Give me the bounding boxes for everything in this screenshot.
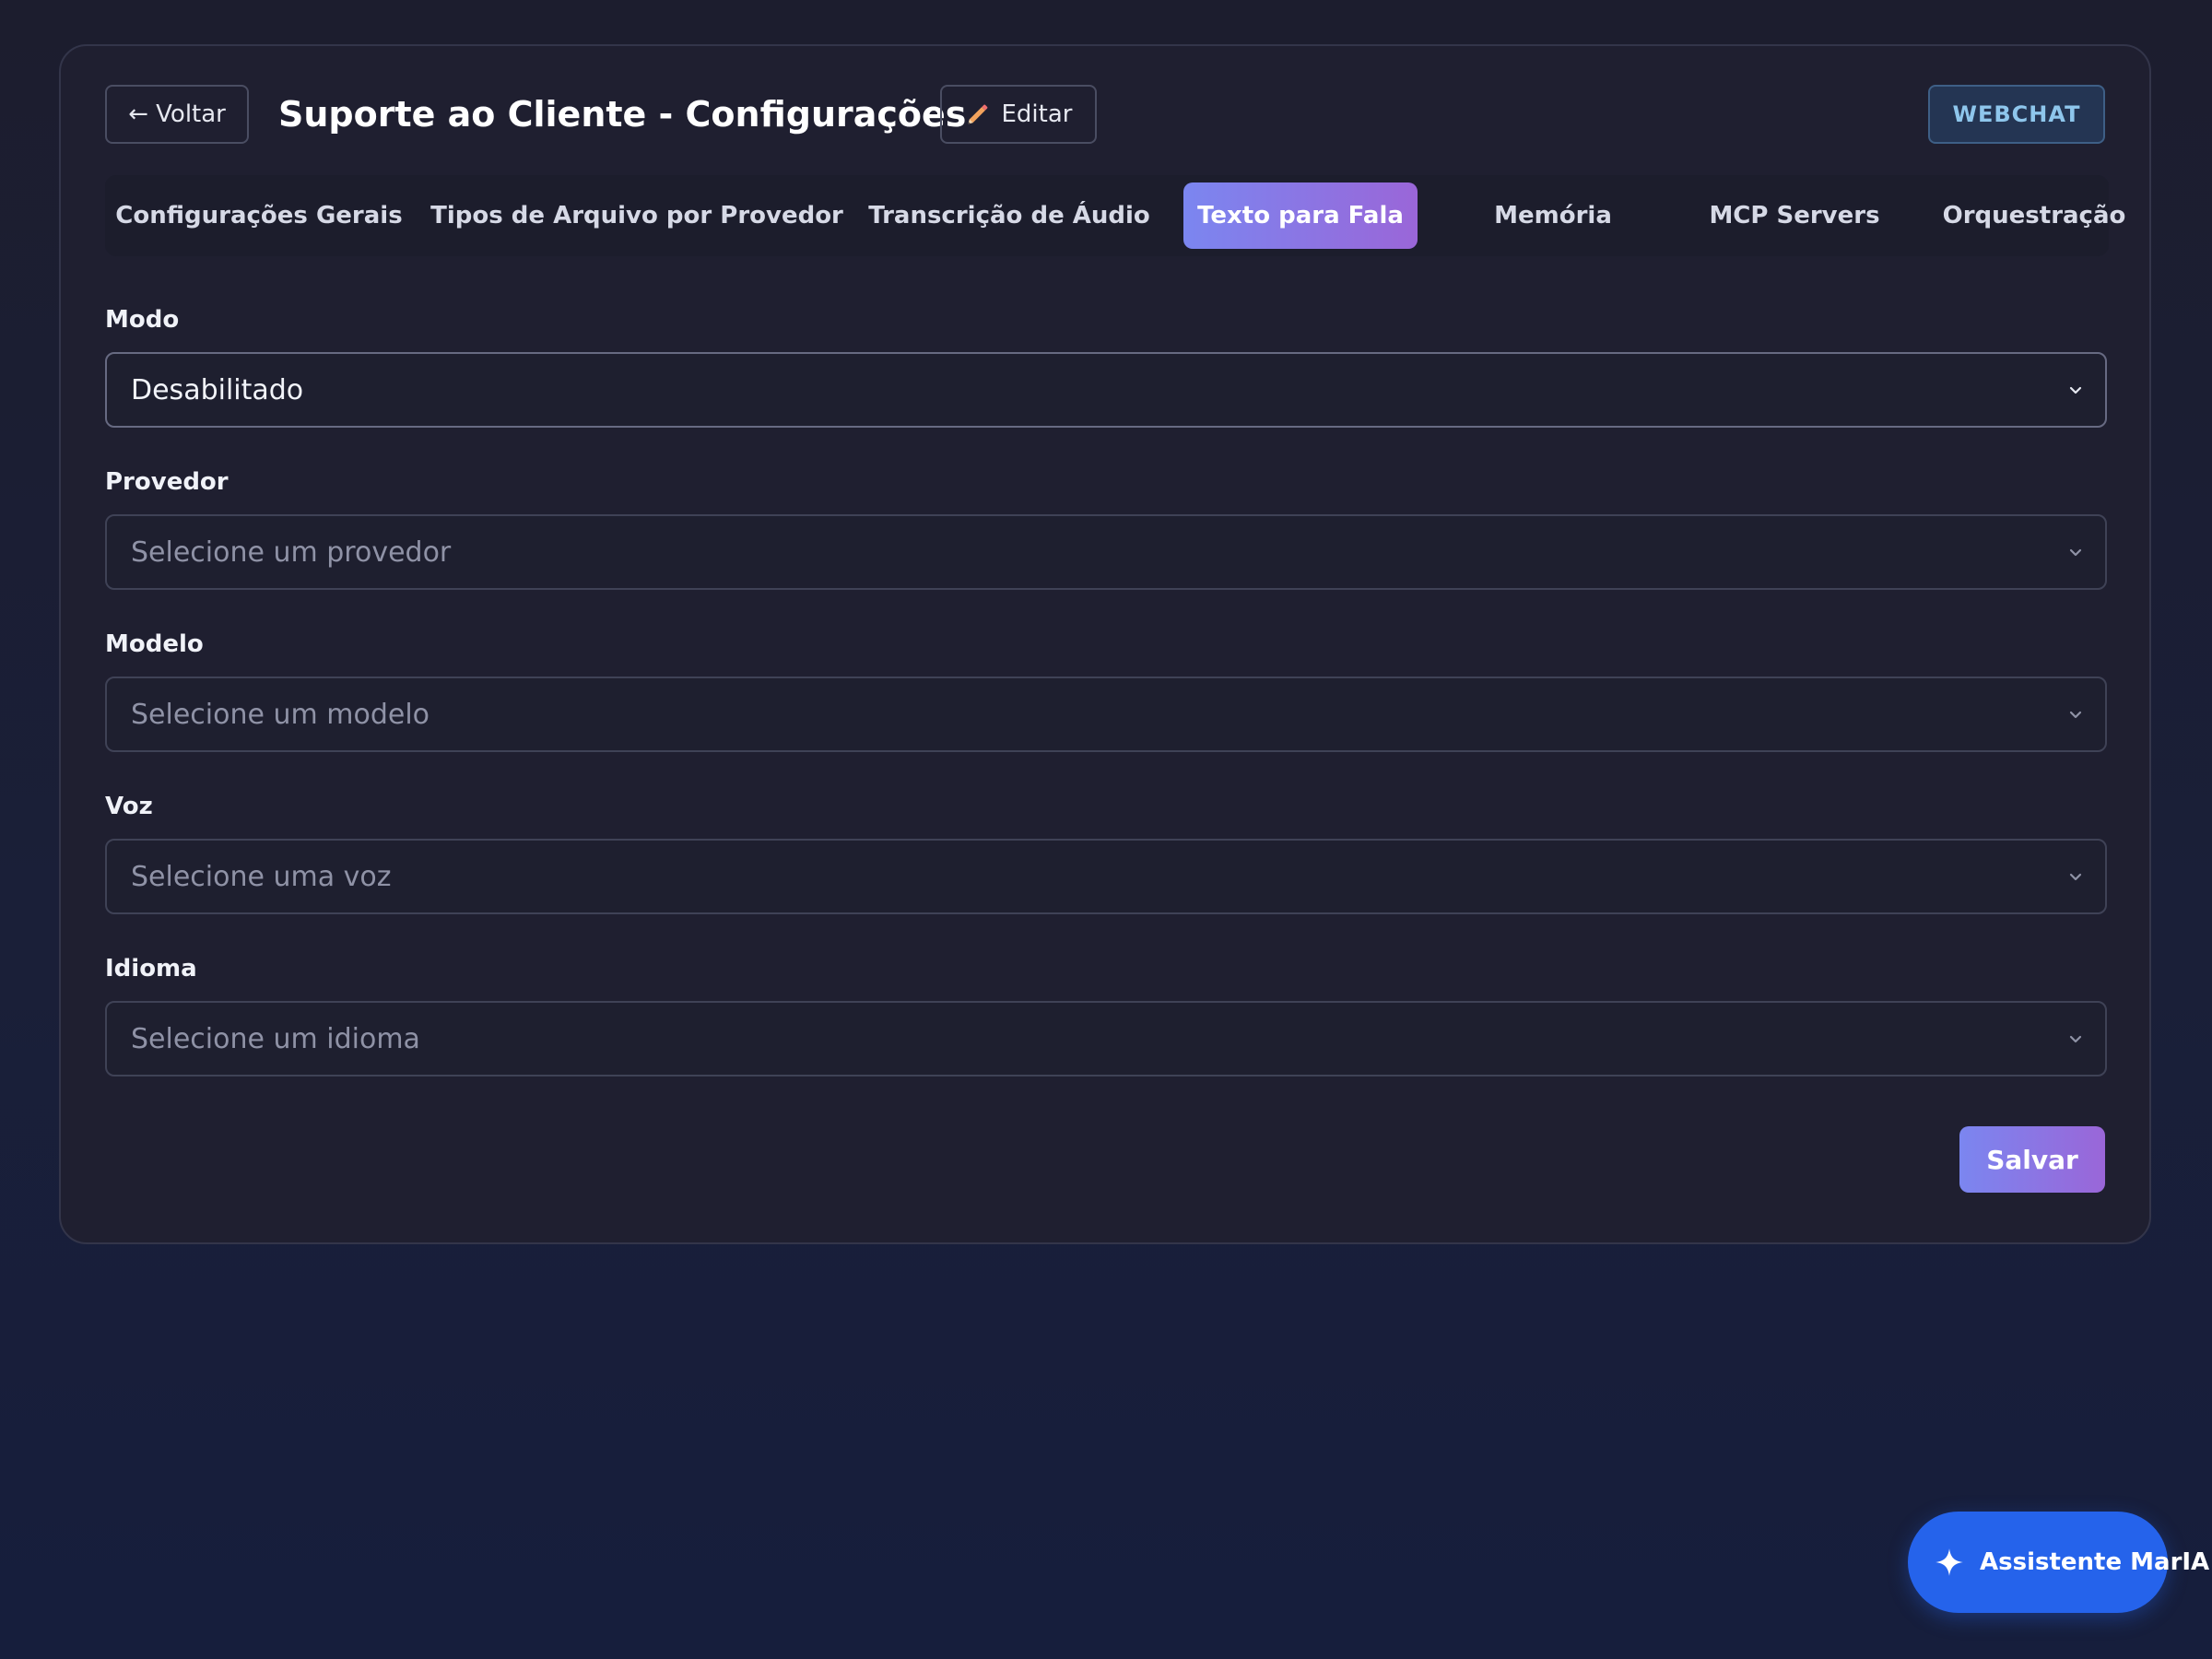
tab-orchestration[interactable]: Orquestração [1926,182,2142,249]
edit-button-label: Editar [1001,100,1073,128]
edit-button[interactable]: Editar [940,85,1097,144]
model-label: Modelo [105,630,204,658]
tab-bar: Configurações Gerais Tipos de Arquivo po… [105,175,2125,256]
page-title: Suporte ao Cliente - Configurações [278,94,967,135]
language-select[interactable]: Selecione um idioma [105,1001,2107,1077]
chevron-down-icon [2066,1030,2085,1048]
save-button-label: Salvar [1986,1144,2078,1175]
voice-select[interactable]: Selecione uma voz [105,839,2107,914]
chevron-down-icon [2066,381,2085,399]
chevron-down-icon [2066,705,2085,724]
tab-file-types[interactable]: Tipos de Arquivo por Provedor [430,182,843,249]
mode-select-value: Desabilitado [131,373,304,406]
tab-mcp-servers[interactable]: MCP Servers [1687,182,1902,249]
provider-label: Provedor [105,468,229,496]
back-button[interactable]: ← Voltar [105,85,249,144]
assistant-button[interactable]: Assistente MarIA [1908,1512,2209,1613]
back-button-label: ← Voltar [128,100,226,128]
voice-select-placeholder: Selecione uma voz [131,860,392,893]
tab-text-to-speech[interactable]: Texto para Fala [1183,182,1418,249]
channel-badge: WEBCHAT [1928,85,2105,144]
tab-memory[interactable]: Memória [1445,182,1661,249]
chevron-down-icon [2066,867,2085,886]
language-label: Idioma [105,955,197,982]
mode-select[interactable]: Desabilitado [105,352,2107,428]
pencil-icon [965,101,991,127]
provider-select[interactable]: Selecione um provedor [105,514,2107,590]
save-button[interactable]: Salvar [1959,1126,2105,1193]
tab-general-settings[interactable]: Configurações Gerais [109,182,409,249]
language-select-placeholder: Selecione um idioma [131,1022,420,1055]
tab-audio-transcription[interactable]: Transcrição de Áudio [861,182,1158,249]
settings-card: ← Voltar Suporte ao Cliente - Configuraç… [59,44,2151,1244]
model-select[interactable]: Selecione um modelo [105,677,2107,752]
assistant-button-label: Assistente MarIA [1980,1548,2210,1576]
mode-label: Modo [105,306,180,334]
provider-select-placeholder: Selecione um provedor [131,535,452,569]
sparkle-icon [1934,1547,1965,1578]
voice-label: Voz [105,793,153,820]
model-select-placeholder: Selecione um modelo [131,698,430,731]
header: ← Voltar Suporte ao Cliente - Configuraç… [105,85,2105,144]
chevron-down-icon [2066,543,2085,561]
